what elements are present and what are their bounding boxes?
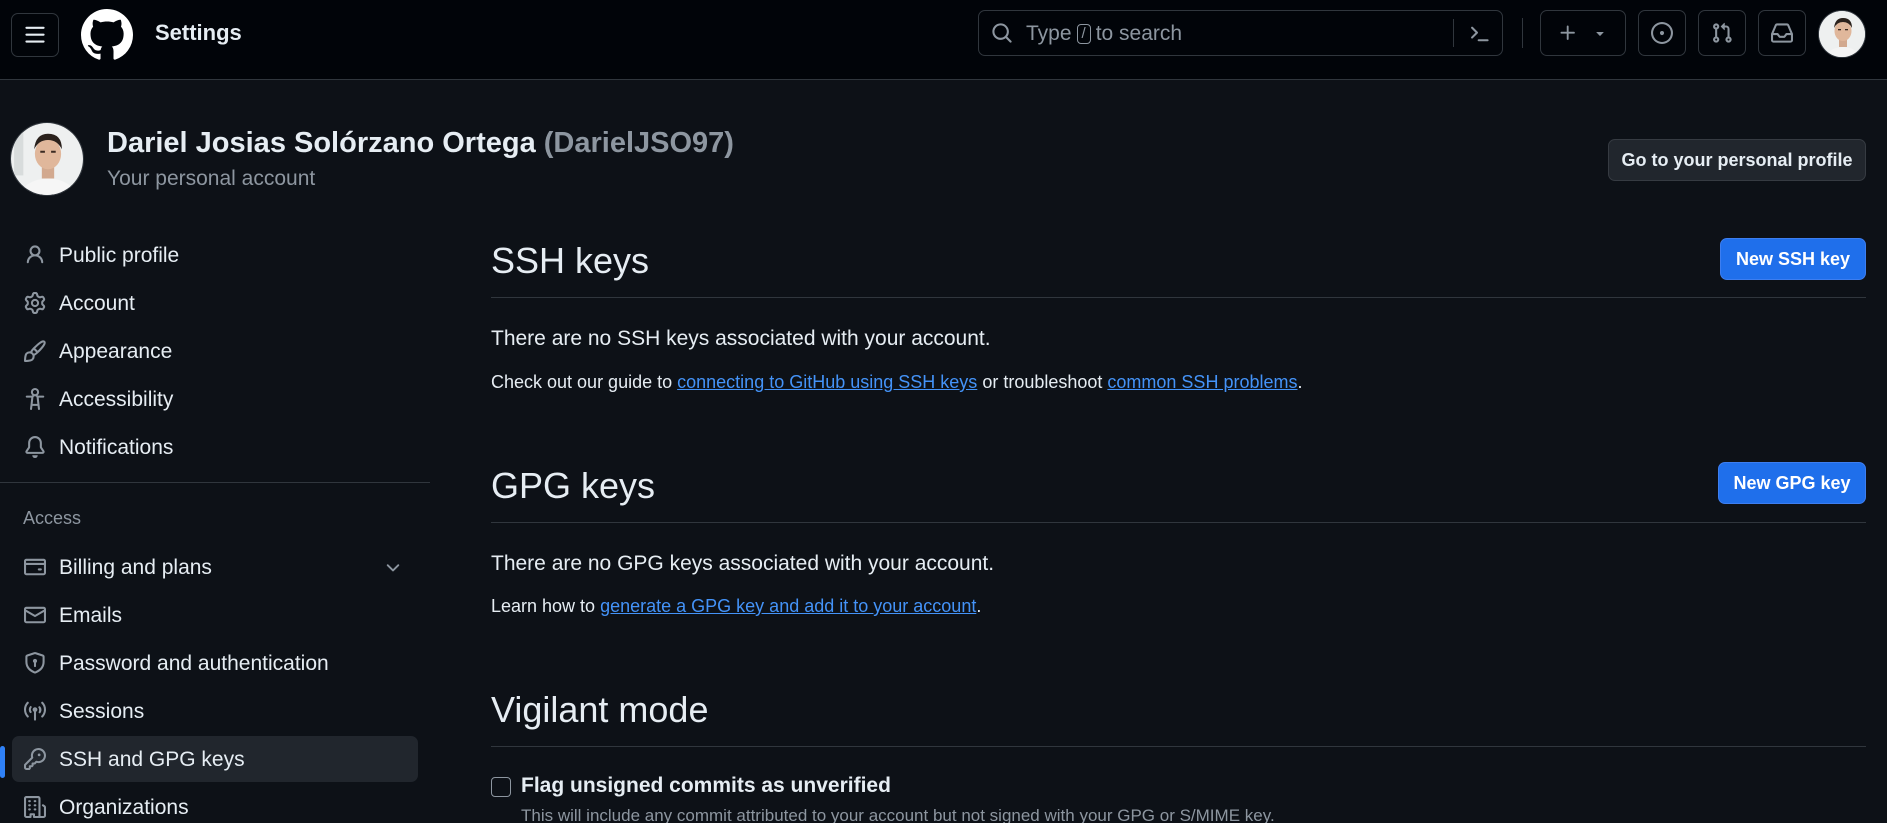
- chevron-down-icon[interactable]: [383, 558, 403, 578]
- user-avatar-menu[interactable]: [1818, 10, 1866, 58]
- accessibility-icon: [25, 388, 45, 410]
- avatar: [1819, 11, 1865, 57]
- header-separator: [1522, 18, 1523, 48]
- account-login: (DarielJSO97): [543, 127, 734, 159]
- github-logo-icon[interactable]: [81, 9, 133, 61]
- account-full-name: Dariel Josias Solórzano Ortega: [107, 127, 536, 159]
- sidebar-item-label: Password and authentication: [59, 652, 329, 675]
- section-divider: [491, 746, 1866, 747]
- sidebar-item-label: Accessibility: [59, 388, 174, 411]
- paintbrush-icon: [24, 340, 46, 362]
- sidebar-section-heading: Access: [23, 508, 82, 528]
- go-to-profile-button[interactable]: Go to your personal profile: [1608, 139, 1866, 181]
- ssh-guide-middle: or troubleshoot: [982, 372, 1103, 392]
- flag-unsigned-commits-checkbox[interactable]: [491, 777, 511, 797]
- account-name[interactable]: Dariel Josias Solórzano Ortega (DarielJS…: [107, 127, 734, 160]
- gpg-learn-end: .: [976, 596, 982, 616]
- broadcast-icon: [24, 701, 46, 721]
- search-placeholder-prefix: Type: [1026, 22, 1072, 45]
- issue-icon: [1651, 22, 1673, 44]
- sidebar-item-label: Public profile: [59, 244, 180, 267]
- bell-icon: [25, 436, 45, 458]
- account-avatar[interactable]: [10, 122, 84, 196]
- avatar: [11, 123, 83, 195]
- sidebar-item-notifications[interactable]: Notifications: [12, 424, 418, 470]
- search-placeholder-suffix: to search: [1095, 22, 1183, 45]
- sidebar-item-appearance[interactable]: Appearance: [12, 328, 418, 374]
- sidebar-item-public-profile[interactable]: Public profile: [12, 232, 418, 278]
- gpg-keys-heading: GPG keys: [491, 465, 656, 506]
- mail-icon: [24, 606, 46, 624]
- shield-lock-icon: [25, 652, 45, 674]
- search-placeholder: Type / to search: [1026, 22, 1182, 46]
- section-divider: [491, 522, 1866, 523]
- organization-icon: [24, 796, 46, 818]
- gpg-empty-message: There are no GPG keys associated with yo…: [491, 552, 995, 575]
- ssh-guide-end: .: [1297, 372, 1303, 392]
- ssh-troubleshoot-link[interactable]: common SSH problems: [1107, 372, 1297, 392]
- plus-icon: [1560, 25, 1575, 40]
- gear-icon: [24, 292, 46, 314]
- ssh-guide-prefix: Check out our guide to: [491, 372, 673, 392]
- ssh-guide-link[interactable]: connecting to GitHub using SSH keys: [677, 372, 977, 392]
- sidebar-item-label: Account: [59, 292, 135, 315]
- create-new-button[interactable]: [1540, 10, 1626, 56]
- search-shortcut-key: /: [1076, 24, 1091, 44]
- sidebar-item-label: Organizations: [59, 796, 189, 819]
- menu-button[interactable]: [11, 13, 59, 57]
- sidebar-item-label: Appearance: [59, 340, 173, 363]
- account-subtitle: Your personal account: [107, 167, 316, 190]
- sidebar-item-password-authentication[interactable]: Password and authentication: [12, 640, 418, 686]
- sidebar-divider: [0, 482, 430, 483]
- issues-button[interactable]: [1638, 10, 1686, 56]
- sidebar-item-label: Billing and plans: [59, 556, 212, 579]
- vigilant-mode-note: This will include any commit attributed …: [521, 806, 1275, 823]
- inbox-button[interactable]: [1758, 10, 1806, 56]
- search-divider: [1453, 19, 1454, 47]
- new-ssh-key-button[interactable]: New SSH key: [1720, 238, 1866, 280]
- sidebar-item-label: SSH and GPG keys: [59, 748, 245, 771]
- key-icon: [24, 748, 46, 770]
- inbox-icon: [1771, 23, 1793, 43]
- sidebar-item-billing[interactable]: Billing and plans: [12, 544, 418, 590]
- active-indicator: [0, 746, 5, 778]
- ssh-keys-heading: SSH keys: [491, 240, 650, 281]
- ssh-guide-text: Check out our guide to connecting to Git…: [491, 372, 1303, 393]
- sidebar-item-emails[interactable]: Emails: [12, 592, 418, 638]
- section-divider: [491, 297, 1866, 298]
- sidebar-item-accessibility[interactable]: Accessibility: [12, 376, 418, 422]
- credit-card-icon: [24, 558, 46, 576]
- gpg-learn-text: Learn how to generate a GPG key and add …: [491, 596, 981, 617]
- gpg-learn-prefix: Learn how to: [491, 596, 596, 616]
- new-gpg-key-button[interactable]: New GPG key: [1718, 462, 1866, 504]
- sidebar-item-ssh-gpg-keys[interactable]: SSH and GPG keys: [12, 736, 418, 782]
- person-icon: [26, 245, 44, 264]
- vigilant-mode-heading: Vigilant mode: [491, 689, 709, 730]
- sidebar-item-sessions[interactable]: Sessions: [12, 688, 418, 734]
- ssh-empty-message: There are no SSH keys associated with yo…: [491, 327, 991, 350]
- context-title[interactable]: Settings: [155, 20, 242, 46]
- pull-requests-button[interactable]: [1698, 10, 1746, 56]
- sidebar-item-label: Emails: [59, 604, 123, 627]
- gpg-learn-link[interactable]: generate a GPG key and add it to your ac…: [600, 596, 976, 616]
- search-input[interactable]: Type / to search: [978, 10, 1503, 56]
- sidebar-item-label: Notifications: [59, 436, 174, 459]
- search-icon: [992, 23, 1012, 43]
- command-palette-icon[interactable]: [1467, 22, 1491, 44]
- global-header: Settings Type / to search: [0, 0, 1887, 80]
- sidebar-item-organizations[interactable]: Organizations: [12, 784, 418, 823]
- sidebar-item-label: Sessions: [59, 700, 145, 723]
- pull-request-icon: [1713, 22, 1732, 43]
- hamburger-icon: [25, 26, 45, 43]
- flag-unsigned-commits-label[interactable]: Flag unsigned commits as unverified: [521, 774, 891, 798]
- sidebar-item-account[interactable]: Account: [12, 280, 418, 326]
- triangle-down-icon: [1596, 32, 1604, 36]
